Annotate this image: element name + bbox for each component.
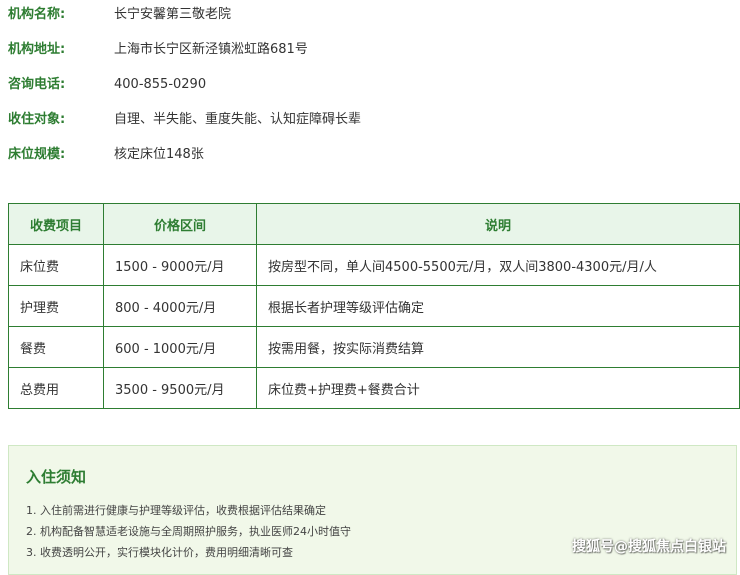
fee-item: 护理费 (8, 285, 104, 327)
table-row: 床位费 1500 - 9000元/月 按房型不同，单人间4500-5500元/月… (8, 244, 740, 286)
info-row-address: 机构地址: 上海市长宁区新泾镇淞虹路681号 (8, 40, 708, 60)
notice-item: 2. 机构配备智慧适老设施与全周期照护服务，执业医师24小时值守 (26, 525, 351, 538)
table-row: 总费用 3500 - 9500元/月 床位费+护理费+餐费合计 (8, 367, 740, 409)
fee-price: 1500 - 9000元/月 (103, 244, 257, 286)
info-value: 长宁安馨第三敬老院 (114, 7, 232, 22)
fee-item: 床位费 (8, 244, 104, 286)
header-description: 说明 (256, 203, 740, 245)
fee-description: 根据长者护理等级评估确定 (256, 285, 740, 327)
fee-description: 按房型不同，单人间4500-5500元/月，双人间3800-4300元/月/人 (256, 244, 740, 286)
fee-item: 总费用 (8, 367, 104, 409)
info-value: 自理、半失能、重度失能、认知症障碍长辈 (114, 112, 362, 127)
fee-item: 餐费 (8, 326, 104, 368)
info-label: 机构名称: (8, 7, 66, 22)
info-value: 400-855-0290 (114, 77, 207, 92)
info-value: 上海市长宁区新泾镇淞虹路681号 (114, 42, 308, 57)
info-row-phone: 咨询电话: 400-855-0290 (8, 75, 708, 95)
info-value: 核定床位148张 (114, 147, 204, 162)
header-fee-item: 收费项目 (8, 203, 104, 245)
table-header-row: 收费项目 价格区间 说明 (8, 203, 740, 245)
notice-item: 1. 入住前需进行健康与护理等级评估，收费根据评估结果确定 (26, 504, 326, 517)
fee-description: 按需用餐，按实际消费结算 (256, 326, 740, 368)
fee-price: 800 - 4000元/月 (103, 285, 257, 327)
fee-price: 600 - 1000元/月 (103, 326, 257, 368)
info-row-residents: 收住对象: 自理、半失能、重度失能、认知症障碍长辈 (8, 110, 708, 130)
watermark: 搜狐号@搜狐焦点白银站 (572, 539, 726, 555)
info-label: 收住对象: (8, 112, 66, 127)
notice-title: 入住须知 (26, 468, 87, 486)
table-row: 护理费 800 - 4000元/月 根据长者护理等级评估确定 (8, 285, 740, 327)
fee-price: 3500 - 9500元/月 (103, 367, 257, 409)
header-price-range: 价格区间 (103, 203, 257, 245)
fee-table: 收费项目 价格区间 说明 床位费 1500 - 9000元/月 按房型不同，单人… (8, 203, 740, 409)
info-label: 咨询电话: (8, 77, 66, 92)
info-label: 床位规模: (8, 147, 66, 162)
info-label: 机构地址: (8, 42, 66, 57)
info-row-capacity: 床位规模: 核定床位148张 (8, 145, 708, 165)
notice-item: 3. 收费透明公开，实行模块化计价，费用明细清晰可查 (26, 546, 293, 559)
table-row: 餐费 600 - 1000元/月 按需用餐，按实际消费结算 (8, 326, 740, 368)
fee-description: 床位费+护理费+餐费合计 (256, 367, 740, 409)
info-row-name: 机构名称: 长宁安馨第三敬老院 (8, 5, 708, 25)
